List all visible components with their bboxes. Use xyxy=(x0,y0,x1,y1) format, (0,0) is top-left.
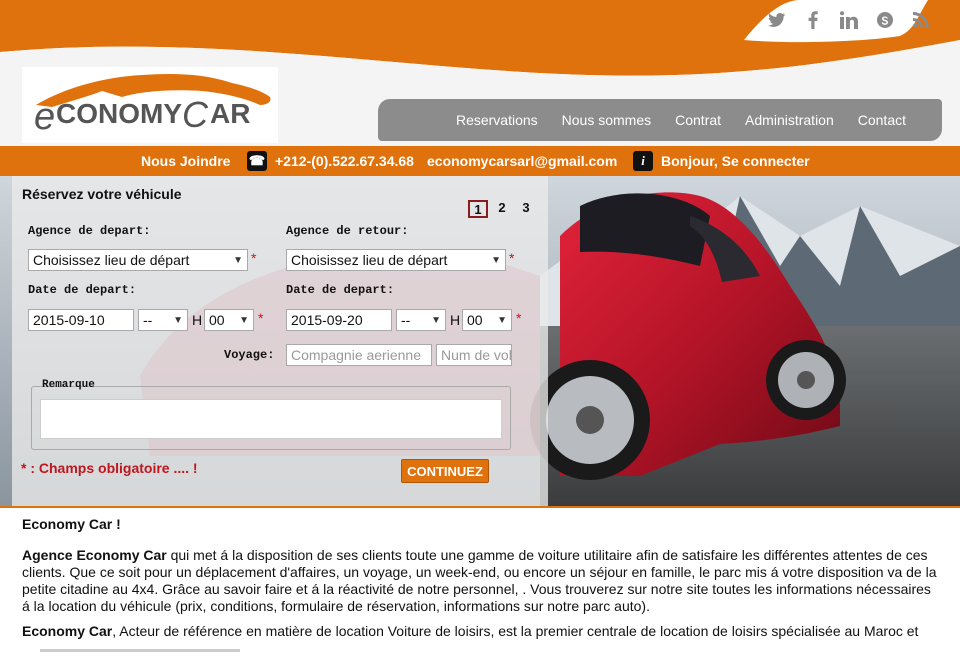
hero-banner: Réservez votre véhicule 1 2 3 Agence de … xyxy=(0,176,960,506)
contact-bar: Nous Joindre ☎ +212-(0).522.67.34.68 eco… xyxy=(0,146,960,176)
phone-group: ☎ +212-(0).522.67.34.68 xyxy=(247,151,414,171)
agence-depart-select[interactable]: Choisissez lieu de départ ▼ xyxy=(28,249,248,271)
agence-retour-select[interactable]: Choisissez lieu de départ ▼ xyxy=(286,249,506,271)
required-note: * : Champs obligatoire .... ! xyxy=(21,460,198,476)
remarque-fieldset: Remarque xyxy=(31,379,511,450)
minute-retour-select[interactable]: 00 ▼ xyxy=(462,309,512,331)
svg-text:C: C xyxy=(182,94,209,135)
svg-text:CONOMY: CONOMY xyxy=(56,98,182,129)
social-links xyxy=(742,0,942,40)
step-3[interactable]: 3 xyxy=(516,200,536,218)
chevron-down-icon: ▼ xyxy=(233,254,243,266)
required-star: * xyxy=(258,310,264,326)
linkedin-icon[interactable] xyxy=(838,9,860,31)
required-star: * xyxy=(516,310,522,326)
info-icon: i xyxy=(633,151,653,171)
chevron-down-icon: ▼ xyxy=(431,314,441,326)
main-navigation: Reservations Nous sommes Contrat Adminis… xyxy=(378,99,942,141)
date-depart-label: Date de depart: xyxy=(28,283,137,297)
vol-input[interactable]: Num de vol xyxy=(436,344,512,366)
login-link[interactable]: Bonjour, Se connecter xyxy=(661,153,810,169)
h-label: H xyxy=(450,312,461,328)
content-section: Economy Car ! Agence Economy Car qui met… xyxy=(0,506,960,652)
nav-contact[interactable]: Contact xyxy=(858,112,906,128)
hour-depart-select[interactable]: -- ▼ xyxy=(138,309,188,331)
chevron-down-icon: ▼ xyxy=(497,314,507,326)
required-star: * xyxy=(509,250,515,266)
skype-icon[interactable] xyxy=(874,9,896,31)
phone-icon: ☎ xyxy=(247,151,267,171)
phone-number[interactable]: +212-(0).522.67.34.68 xyxy=(275,153,414,169)
nav-reservations[interactable]: Reservations xyxy=(456,112,538,128)
nav-nous-sommes[interactable]: Nous sommes xyxy=(562,112,651,128)
svg-text:AR: AR xyxy=(210,98,250,129)
form-title: Réservez votre véhicule xyxy=(22,186,182,202)
nous-joindre-label: Nous Joindre xyxy=(141,153,231,169)
svg-text:e: e xyxy=(34,96,55,138)
site-header: e CONOMY C AR Reservations Nous sommes C… xyxy=(0,0,960,146)
email-address[interactable]: economycarsarl@gmail.com xyxy=(427,153,617,169)
compagnie-input[interactable]: Compagnie aerienne xyxy=(286,344,432,366)
content-heading: Economy Car ! xyxy=(22,516,121,532)
agence-depart-label: Agence de depart: xyxy=(28,224,151,238)
continue-button[interactable]: CONTINUEZ xyxy=(401,459,489,483)
rss-icon[interactable] xyxy=(910,9,932,31)
login-group: i Bonjour, Se connecter xyxy=(633,151,810,171)
content-paragraph-2: Economy Car, Acteur de référence en mati… xyxy=(22,623,919,639)
economy-car-logo[interactable]: e CONOMY C AR xyxy=(22,67,278,143)
nav-administration[interactable]: Administration xyxy=(745,112,834,128)
agence-retour-label: Agence de retour: xyxy=(286,224,409,238)
h-label: H xyxy=(192,312,203,328)
minute-depart-select[interactable]: 00 ▼ xyxy=(204,309,254,331)
chevron-down-icon: ▼ xyxy=(239,314,249,326)
chevron-down-icon: ▼ xyxy=(173,314,183,326)
required-star: * xyxy=(251,250,257,266)
date-depart-input[interactable]: 2015-09-10 xyxy=(28,309,134,331)
reservation-form: Réservez votre véhicule 1 2 3 Agence de … xyxy=(12,176,548,506)
content-paragraph-1: Agence Economy Car qui met á la disposit… xyxy=(22,547,937,614)
date-retour-input[interactable]: 2015-09-20 xyxy=(286,309,392,331)
twitter-icon[interactable] xyxy=(766,9,788,31)
step-2[interactable]: 2 xyxy=(492,200,512,218)
remarque-textarea[interactable] xyxy=(40,399,502,439)
step-1[interactable]: 1 xyxy=(468,200,488,218)
hour-retour-select[interactable]: -- ▼ xyxy=(396,309,446,331)
voyage-label: Voyage: xyxy=(224,348,275,362)
remarque-label: Remarque xyxy=(42,379,95,391)
date-retour-label: Date de depart: xyxy=(286,283,395,297)
form-steps: 1 2 3 xyxy=(468,200,536,218)
facebook-icon[interactable] xyxy=(802,9,824,31)
nav-contrat[interactable]: Contrat xyxy=(675,112,721,128)
chevron-down-icon: ▼ xyxy=(491,254,501,266)
